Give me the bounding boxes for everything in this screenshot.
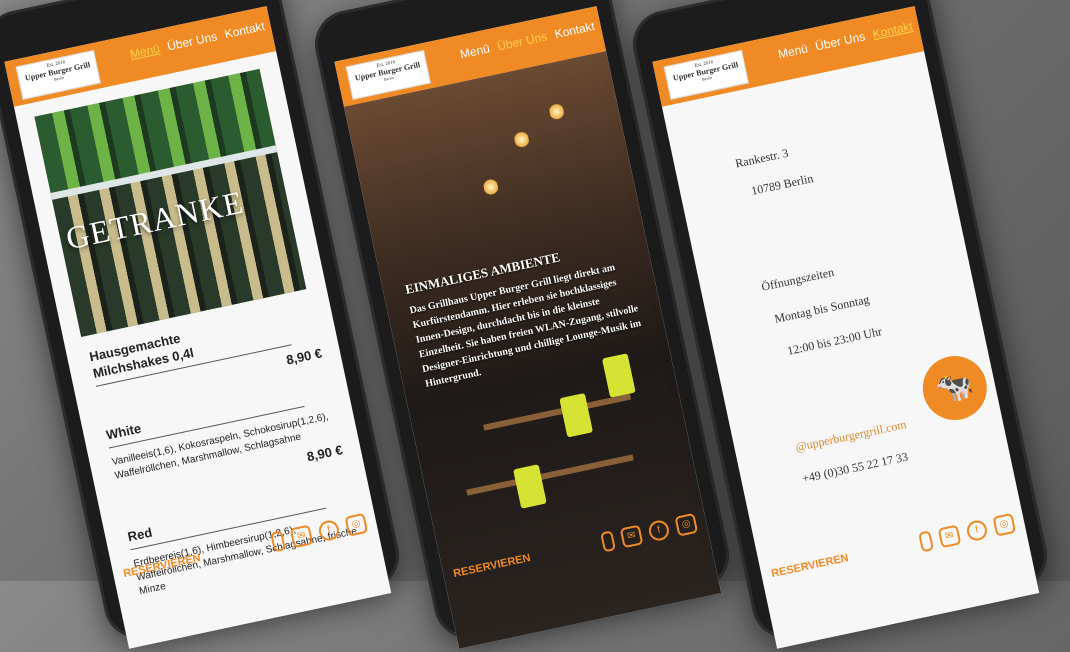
phone-icon[interactable] xyxy=(600,530,617,553)
address-street: Rankestr. 3 xyxy=(733,145,790,171)
instagram-icon[interactable]: ◎ xyxy=(674,512,699,537)
phone-number[interactable]: +49 (0)30 55 22 17 33 xyxy=(801,449,910,486)
nav-about[interactable]: Über Uns xyxy=(496,29,548,53)
main-nav: Menü Über Uns Kontakt xyxy=(777,19,914,61)
phone-icon[interactable] xyxy=(918,530,935,553)
mail-icon[interactable]: ✉ xyxy=(937,524,962,549)
reserve-button[interactable]: RESERVIEREN xyxy=(770,552,849,580)
hours-label: Öffnungszeiten xyxy=(760,264,836,294)
footer-bar: RESERVIEREN ✉ f ◎ xyxy=(758,503,1028,594)
nav-about[interactable]: Über Uns xyxy=(166,29,218,53)
main-nav: Menü Über Uns Kontakt xyxy=(129,19,266,61)
nav-menu[interactable]: Menü xyxy=(459,41,491,61)
header-bar: Est. 2016 Upper Burger Grill Berlin Menü… xyxy=(652,6,925,107)
nav-menu[interactable]: Menü xyxy=(777,41,809,61)
logo[interactable]: Est. 2016 Upper Burger Grill Berlin xyxy=(663,49,749,100)
drinks-photo: GETRANKE xyxy=(34,68,307,337)
reserve-button[interactable]: RESERVIEREN xyxy=(452,552,531,580)
cow-logo-icon: 🐄 xyxy=(916,350,993,427)
nav-contact[interactable]: Kontakt xyxy=(553,19,596,41)
hours-time: 12:00 bis 23:00 Uhr xyxy=(786,324,884,358)
facebook-icon[interactable]: f xyxy=(647,518,671,543)
nav-contact[interactable]: Kontakt xyxy=(871,19,914,41)
facebook-icon[interactable]: f xyxy=(317,518,341,543)
email-link[interactable]: @upperburgergrill.com xyxy=(794,417,908,455)
hours-days: Montag bis Sonntag xyxy=(773,292,871,326)
instagram-icon[interactable]: ◎ xyxy=(344,512,369,537)
main-nav: Menü Über Uns Kontakt xyxy=(459,19,596,61)
reserve-button[interactable]: RESERVIEREN xyxy=(122,552,201,580)
nav-menu[interactable]: Menü xyxy=(129,41,161,61)
instagram-icon[interactable]: ◎ xyxy=(992,512,1017,537)
nav-contact[interactable]: Kontakt xyxy=(223,19,266,41)
address-city: 10789 Berlin xyxy=(749,171,815,198)
mail-icon[interactable]: ✉ xyxy=(289,524,314,549)
phone-icon[interactable] xyxy=(270,530,287,553)
logo[interactable]: Est. 2016 Upper Burger Grill Berlin xyxy=(15,49,101,100)
nav-about[interactable]: Über Uns xyxy=(814,29,866,53)
mail-icon[interactable]: ✉ xyxy=(619,524,644,549)
facebook-icon[interactable]: f xyxy=(965,518,989,543)
